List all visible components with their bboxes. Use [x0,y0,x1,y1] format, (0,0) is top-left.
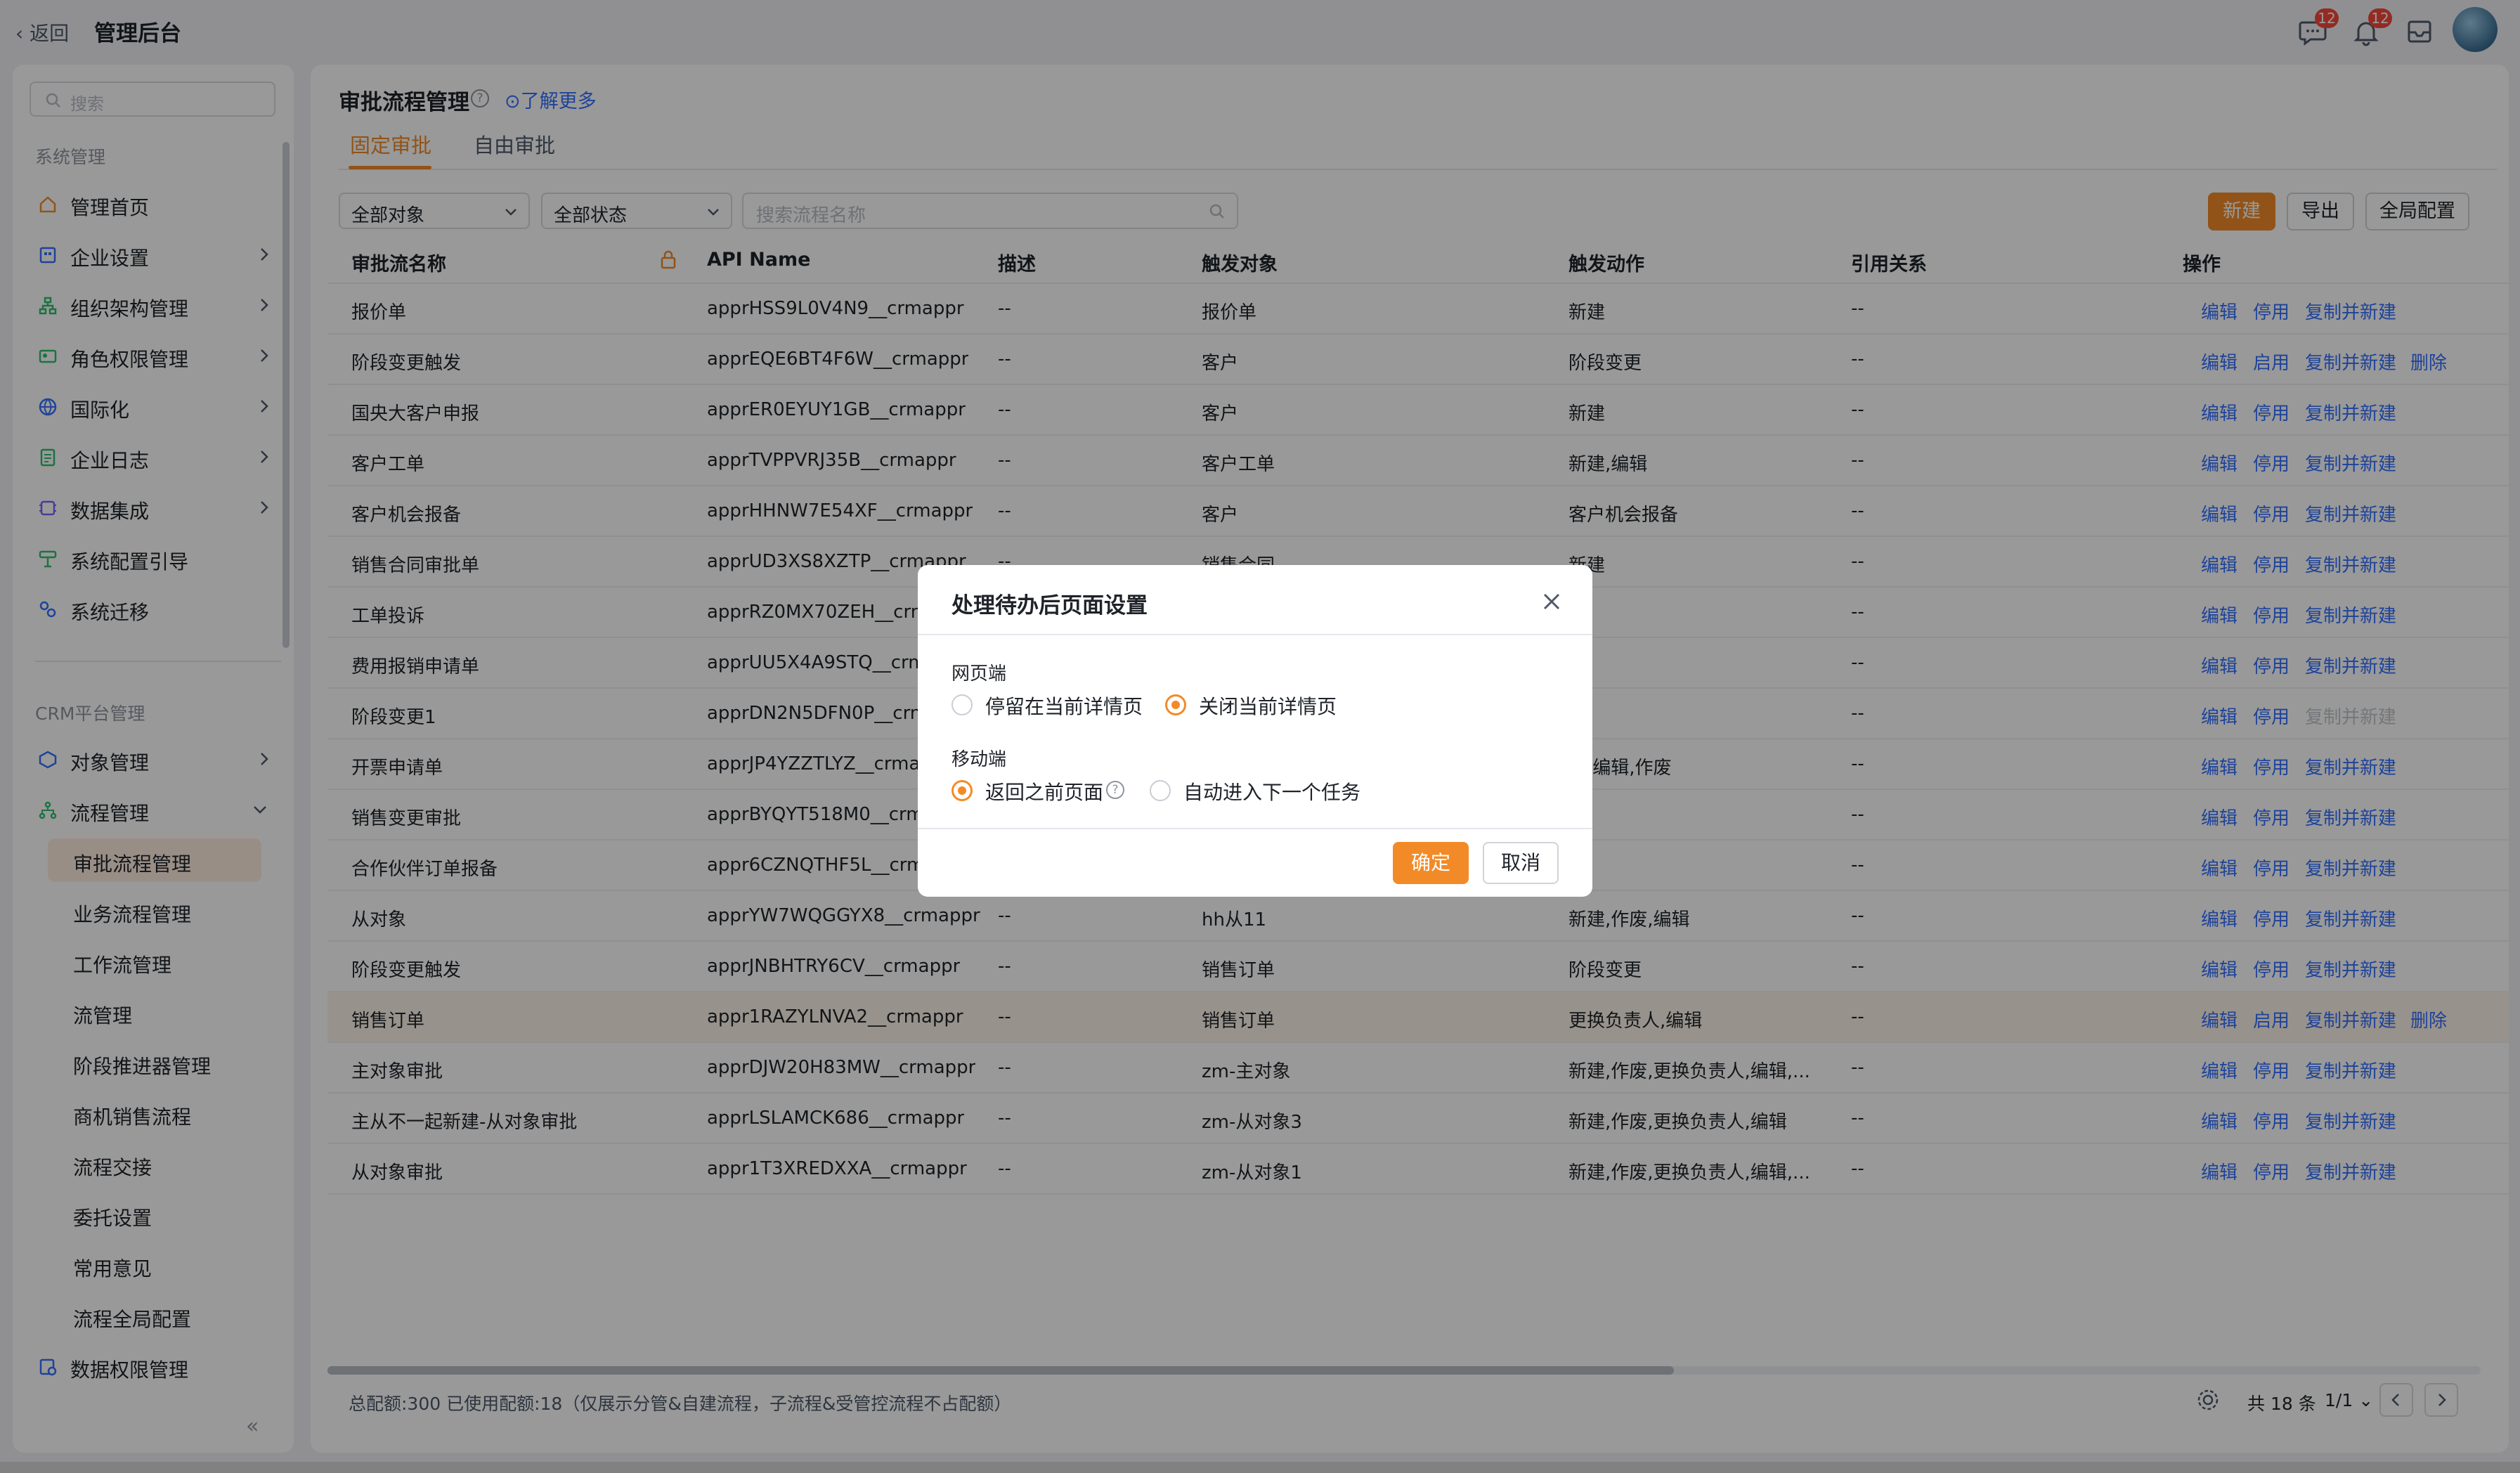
radio-next-task-label[interactable]: 自动进入下一个任务 [1183,777,1360,805]
dialog-footer-divider [918,828,1592,829]
dialog-header-divider [918,634,1592,635]
radio-return-previous[interactable] [952,780,973,801]
confirm-button[interactable]: 确定 [1393,842,1469,884]
radio-close-detail[interactable] [1165,694,1186,715]
dialog-title: 处理待办后页面设置 [952,593,1148,618]
close-icon[interactable] [1540,590,1563,613]
radio-close-detail-label[interactable]: 关闭当前详情页 [1199,692,1337,720]
settings-dialog: 处理待办后页面设置 网页端 停留在当前详情页 关闭当前详情页 移动端 返回之前页… [918,565,1592,897]
radio-return-previous-label[interactable]: 返回之前页面 [985,777,1103,805]
help-icon[interactable]: ? [1106,781,1124,799]
radio-stay-detail[interactable] [952,694,973,715]
mobile-group-label: 移动端 [952,749,1007,770]
web-group-label: 网页端 [952,663,1007,684]
radio-stay-detail-label[interactable]: 停留在当前详情页 [985,692,1143,720]
radio-next-task[interactable] [1150,780,1171,801]
cancel-button[interactable]: 取消 [1483,842,1559,884]
